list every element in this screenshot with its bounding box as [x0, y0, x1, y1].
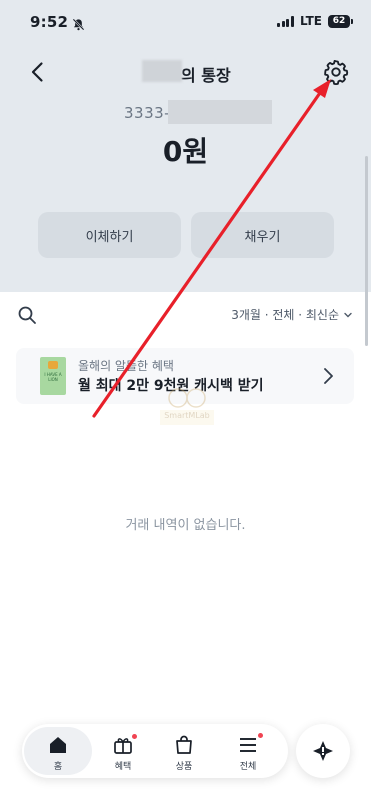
nav-benefits[interactable]: 혜택: [98, 734, 148, 772]
search-icon: [18, 306, 36, 324]
nav-benefits-label: 혜택: [114, 762, 132, 772]
menu-icon: [240, 738, 256, 752]
balance-amount: 0원: [162, 135, 209, 168]
empty-state-message: 거래 내역이 없습니다.: [125, 518, 246, 533]
nav-products[interactable]: 상품: [159, 734, 209, 772]
nav-all-label: 전체: [239, 762, 257, 772]
status-indicators: LTE 62: [277, 14, 353, 28]
watermark: SmartMLab: [158, 386, 216, 426]
redaction-block: [168, 100, 272, 124]
settings-button[interactable]: [322, 58, 350, 86]
status-time: 9:52: [30, 13, 69, 31]
redaction-block: [142, 60, 182, 82]
coin-icon: [48, 361, 58, 369]
battery-icon: 62: [328, 14, 353, 28]
chevron-down-icon: [344, 312, 352, 317]
charge-button[interactable]: 채우기: [191, 212, 334, 258]
nav-home-label: 홈: [53, 762, 63, 772]
home-icon: [50, 737, 66, 753]
watermark-text: SmartMLab: [164, 411, 210, 420]
transfer-button[interactable]: 이체하기: [38, 212, 181, 258]
chevron-left-icon: [31, 62, 43, 82]
chevron-right-icon: [321, 367, 335, 385]
nav-home[interactable]: 홈: [33, 734, 83, 772]
filter-label: 3개월 · 전체 · 최신순: [231, 308, 339, 322]
account-title-text: 의 통장: [181, 66, 231, 85]
promo-thumb-text: I HAVE A LION: [44, 372, 62, 382]
battery-level: 62: [328, 14, 350, 28]
nav-products-label: 상품: [175, 762, 193, 772]
bag-icon: [176, 735, 192, 754]
gear-icon: [324, 59, 349, 86]
promo-thumbnail: I HAVE A LION: [40, 357, 66, 395]
notification-badge: [132, 734, 137, 739]
promo-subtitle: 올해의 알뜰한 혜택: [78, 359, 174, 373]
sparkle-icon: [313, 741, 333, 761]
nav-all[interactable]: 전체: [223, 733, 273, 772]
notification-badge: [258, 733, 263, 738]
quick-action-button[interactable]: [296, 724, 350, 778]
scrollbar[interactable]: [365, 156, 368, 346]
signal-icon: [277, 15, 294, 27]
search-button[interactable]: [16, 304, 38, 326]
account-number: 3333-: [124, 104, 171, 122]
filter-dropdown[interactable]: 3개월 · 전체 · 최신순: [231, 306, 353, 323]
gift-icon: [114, 738, 132, 754]
network-label: LTE: [299, 14, 322, 28]
bell-mute-icon: [72, 16, 85, 31]
back-button[interactable]: [26, 60, 50, 84]
